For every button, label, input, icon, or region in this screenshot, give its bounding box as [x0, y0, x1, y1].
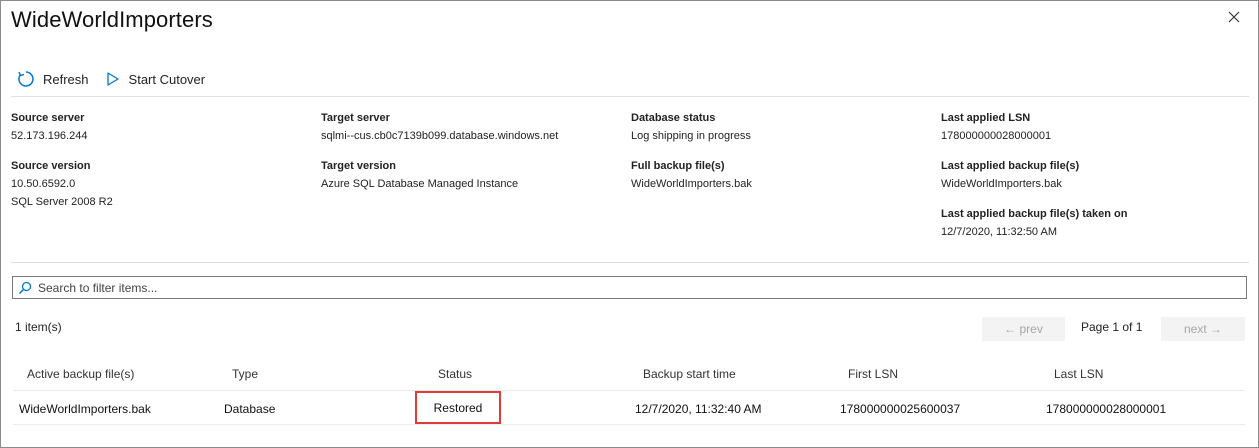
- search-icon: [18, 281, 32, 294]
- cell-status: Restored: [433, 400, 483, 415]
- source-version-value: 10.50.6592.0: [11, 178, 76, 190]
- column-header-first-lsn[interactable]: First LSN: [848, 367, 898, 381]
- column-header-status[interactable]: Status: [438, 367, 472, 381]
- start-cutover-label: Start Cutover: [128, 71, 206, 87]
- full-backup-value: WideWorldImporters.bak: [631, 178, 752, 190]
- prev-button[interactable]: ← prev: [982, 317, 1065, 341]
- source-server-label: Source server: [11, 112, 85, 124]
- item-count: 1 item(s): [15, 320, 62, 334]
- status-highlight: Restored: [415, 391, 501, 424]
- column-header-backup-start-time[interactable]: Backup start time: [643, 367, 736, 381]
- source-version-name: SQL Server 2008 R2: [11, 196, 113, 208]
- table-header-divider: [13, 390, 1245, 391]
- refresh-label: Refresh: [43, 71, 89, 87]
- column-header-type[interactable]: Type: [232, 367, 258, 381]
- target-version-value: Azure SQL Database Managed Instance: [321, 178, 519, 190]
- page-indicator: Page 1 of 1: [1081, 320, 1143, 334]
- cell-backup-file: WideWorldImporters.bak: [19, 402, 151, 416]
- database-status-label: Database status: [631, 112, 716, 124]
- last-backup-taken-label: Last applied backup file(s) taken on: [941, 208, 1128, 220]
- cell-first-lsn: 178000000025600037: [840, 402, 961, 416]
- database-status-value: Log shipping in progress: [631, 130, 751, 142]
- next-button[interactable]: next →: [1161, 317, 1245, 341]
- last-lsn-label: Last applied LSN: [941, 112, 1031, 124]
- cell-last-lsn: 178000000028000001: [1046, 402, 1167, 416]
- column-header-last-lsn[interactable]: Last LSN: [1054, 367, 1103, 381]
- start-cutover-button[interactable]: Start Cutover: [105, 71, 206, 87]
- toolbar-divider: [11, 96, 1249, 97]
- migration-detail-blade: WideWorldImporters Refresh Start Cutover…: [0, 0, 1259, 448]
- search-input[interactable]: Search to filter items...: [12, 276, 1247, 299]
- source-version-label: Source version: [11, 160, 91, 172]
- table-row-divider: [13, 424, 1245, 425]
- refresh-button[interactable]: Refresh: [17, 70, 89, 88]
- target-server-value: sqlmi--cus.cb0c7139b099.database.windows…: [321, 130, 559, 142]
- last-backup-taken-value: 12/7/2020, 11:32:50 AM: [941, 226, 1057, 238]
- page-title: WideWorldImporters: [11, 7, 213, 32]
- details-divider: [11, 262, 1249, 263]
- source-server-value: 52.173.196.244: [11, 130, 88, 142]
- last-backup-label: Last applied backup file(s): [941, 160, 1080, 172]
- last-lsn-value: 178000000028000001: [941, 130, 1052, 142]
- cell-type: Database: [224, 402, 276, 416]
- target-version-label: Target version: [321, 160, 396, 172]
- target-server-label: Target server: [321, 112, 390, 124]
- column-header-backup-file[interactable]: Active backup file(s): [27, 367, 134, 381]
- toolbar: Refresh Start Cutover: [17, 67, 205, 91]
- search-placeholder: Search to filter items...: [38, 280, 158, 295]
- full-backup-label: Full backup file(s): [631, 160, 725, 172]
- cell-backup-start-time: 12/7/2020, 11:32:40 AM: [635, 402, 762, 416]
- refresh-icon: [18, 71, 34, 87]
- close-icon[interactable]: [1225, 8, 1243, 26]
- play-icon: [106, 72, 119, 86]
- last-backup-value: WideWorldImporters.bak: [941, 178, 1062, 190]
